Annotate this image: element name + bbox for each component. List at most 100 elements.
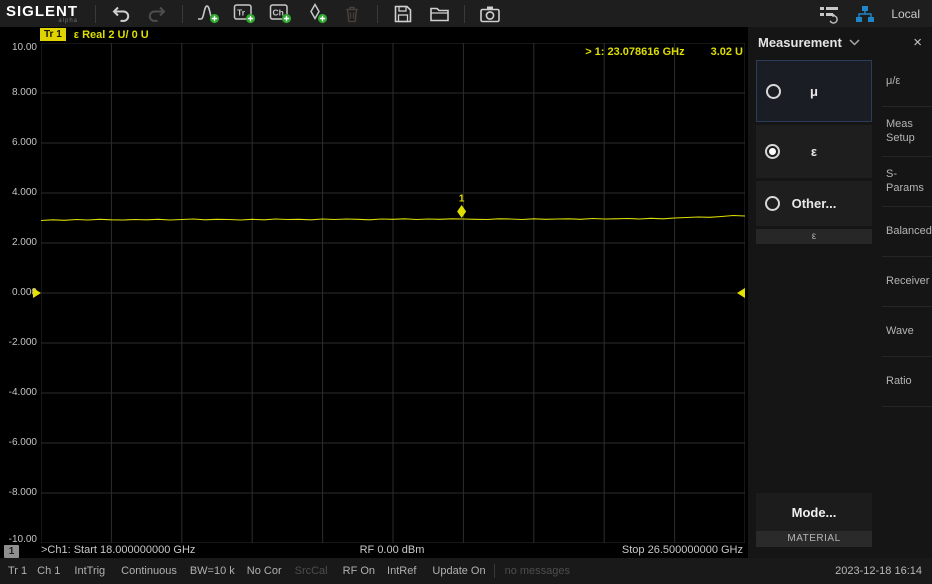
network-button[interactable] [851,2,879,26]
svg-text:Tr: Tr [237,8,246,18]
status-trace[interactable]: Tr 1 [8,565,27,577]
marker-value: 3.02 U [711,46,743,58]
logo-subtext: alpha [6,18,78,24]
stop-frequency-label[interactable]: Stop 26.500000000 GHz [424,544,743,556]
panel-header: Measurement × [748,27,932,57]
redo-icon [147,5,167,23]
add-trace-icon: Tr [233,3,256,24]
chevron-down-icon[interactable] [849,39,860,46]
y-axis-tick: -10.00 [0,534,37,545]
add-meas-icon [197,3,220,24]
rf-power-label[interactable]: RF 0.00 dBm [360,544,425,556]
measurement-options: μ ε Other... ε [756,60,872,244]
status-datetime: 2023-12-18 16:14 [835,565,922,577]
start-frequency-label[interactable]: >Ch1: Start 18.000000000 GHz [41,544,360,556]
undo-icon [111,5,131,23]
trace-header: Tr 1 ε Real 2 U/ 0 U [40,28,149,41]
menu-item-ratio[interactable]: Ratio [882,357,932,407]
trash-icon [342,4,362,24]
menu-item-wave[interactable]: Wave [882,307,932,357]
toolbar: SIGLENT alpha [0,0,932,27]
trace-format-label[interactable]: ε Real 2 U/ 0 U [74,29,149,41]
softkey-menu: μ/ε Meas Setup S-Params Balanced Receive… [882,57,932,407]
toolbar-divider [377,5,378,23]
y-axis-tick: 4.000 [0,187,37,198]
status-divider [494,564,495,578]
option-other[interactable]: Other... [756,181,872,226]
menu-item-receiver[interactable]: Receiver [882,257,932,307]
option-mu-label: μ [757,84,871,99]
other-selection-value[interactable]: ε [756,229,872,244]
y-axis-tick: -2.000 [0,337,37,348]
ref-level-marker-left [33,288,41,298]
redo-button[interactable] [143,2,171,26]
screenshot-button[interactable] [476,2,504,26]
undo-button[interactable] [107,2,135,26]
status-channel[interactable]: Ch 1 [37,565,60,577]
svg-text:Ch: Ch [272,8,283,18]
status-message: no messages [505,565,570,577]
status-bandwidth[interactable]: BW=10 k [190,565,235,577]
menu-item-s-params[interactable]: S-Params [882,157,932,207]
ref-level-marker-right [737,288,745,298]
status-correction[interactable]: No Cor [247,565,282,577]
system-setup-icon [818,4,840,24]
toolbar-divider [464,5,465,23]
toolbar-divider [182,5,183,23]
add-marker-button[interactable] [302,2,330,26]
sna-application: SIGLENT alpha [0,0,932,584]
lan-icon [854,4,876,24]
option-epsilon-label: ε [756,144,872,159]
mode-button[interactable]: Mode... MATERIAL [756,493,872,547]
y-axis-tick: 8.000 [0,87,37,98]
channel-badge[interactable]: 1 [4,545,19,558]
y-axis-tick: 2.000 [0,237,37,248]
siglent-logo: SIGLENT alpha [6,4,78,24]
menu-item-meas-setup[interactable]: Meas Setup [882,107,932,157]
menu-item-mu-epsilon[interactable]: μ/ε [882,57,932,107]
save-icon [393,4,413,24]
marker-frequency: > 1: 23.078616 GHz [585,46,684,58]
status-srccal[interactable]: SrcCal [295,565,328,577]
y-axis-tick: 0.000 [0,287,37,298]
y-axis-tick: -6.000 [0,437,37,448]
add-measurement-button[interactable] [194,2,222,26]
system-setup-button[interactable] [815,2,843,26]
y-axis-tick: 6.000 [0,137,37,148]
status-reference[interactable]: IntRef [387,565,416,577]
marker-readout: > 1: 23.078616 GHz 3.02 U [585,46,743,58]
status-rf[interactable]: RF On [343,565,375,577]
panel-title[interactable]: Measurement [758,35,842,50]
local-remote-label[interactable]: Local [891,7,920,21]
delete-button[interactable] [338,2,366,26]
option-other-label: Other... [756,196,872,211]
trace-badge[interactable]: Tr 1 [40,28,66,41]
status-update[interactable]: Update On [432,565,485,577]
mode-button-label: Mode... [756,493,872,531]
trace-plot[interactable]: 1 [41,43,745,543]
measurement-panel: Measurement × μ ε Other... ε μ/ε Meas [748,27,932,558]
close-icon[interactable]: × [913,35,922,50]
option-mu[interactable]: μ [756,60,872,122]
save-button[interactable] [389,2,417,26]
open-button[interactable] [425,2,453,26]
channel-footer: >Ch1: Start 18.000000000 GHz RF 0.00 dBm… [41,544,743,556]
graph-area: Tr 1 ε Real 2 U/ 0 U 10.00 8.000 6.000 4… [0,27,748,558]
status-bar: Tr 1 Ch 1 IntTrig Continuous BW=10 k No … [0,558,932,584]
option-epsilon[interactable]: ε [756,125,872,178]
add-channel-button[interactable]: Ch [266,2,294,26]
add-marker-icon [305,3,328,24]
status-trigger[interactable]: IntTrig [74,565,105,577]
y-axis-tick: 10.00 [0,42,37,53]
add-trace-button[interactable]: Tr [230,2,258,26]
menu-item-balanced[interactable]: Balanced [882,207,932,257]
add-channel-icon: Ch [269,3,292,24]
y-axis-tick: -4.000 [0,387,37,398]
y-axis-tick: -8.000 [0,487,37,498]
status-sweep-mode[interactable]: Continuous [121,565,177,577]
toolbar-divider [95,5,96,23]
folder-icon [429,4,450,24]
logo-text: SIGLENT [6,4,78,19]
svg-text:1: 1 [459,194,465,205]
mode-value: MATERIAL [756,531,872,547]
